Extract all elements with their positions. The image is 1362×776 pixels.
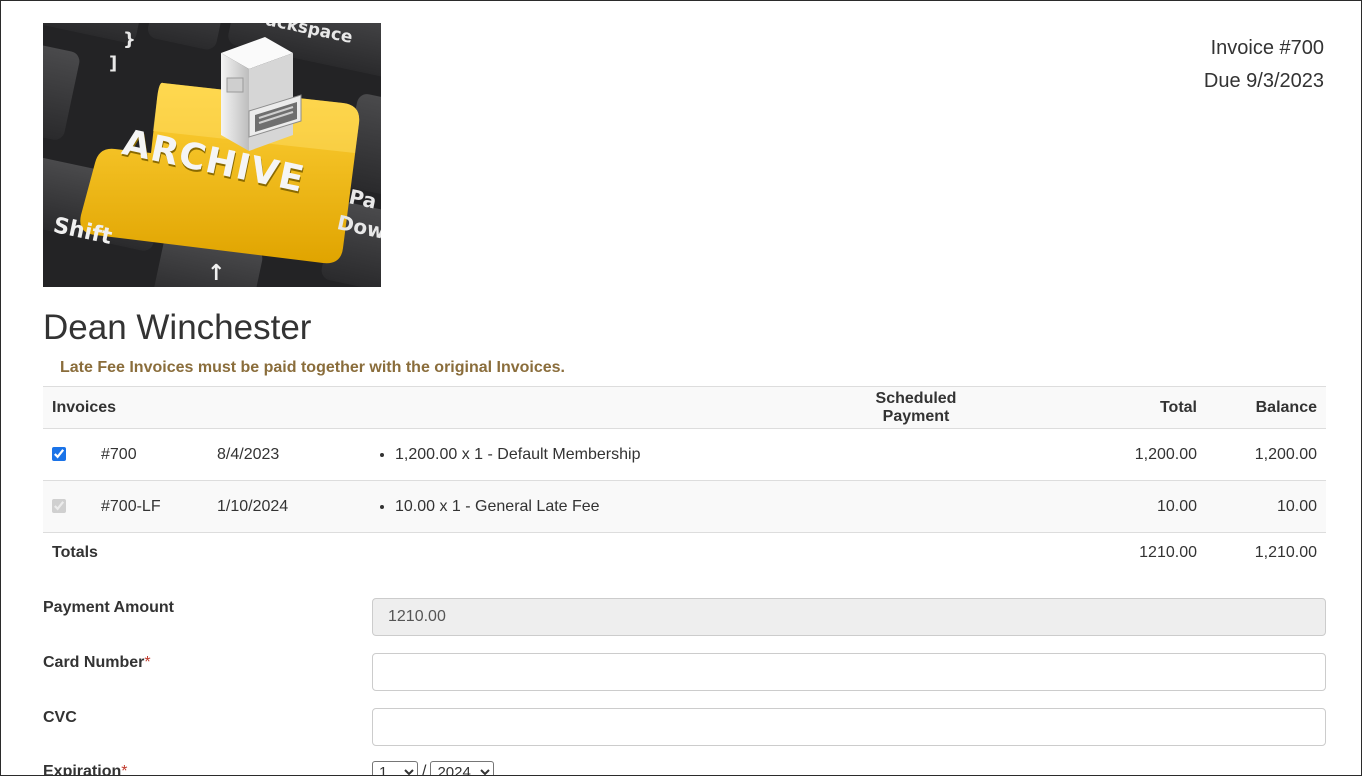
- scheduled-payment-cell: [833, 481, 999, 533]
- late-fee-notice: Late Fee Invoices must be paid together …: [60, 359, 565, 376]
- expiration-separator: /: [422, 763, 427, 776]
- row-select-cell: [43, 481, 92, 533]
- totals-spacer: [368, 533, 833, 573]
- expiration-month-select[interactable]: 1: [372, 761, 418, 775]
- col-header-scheduled-payment: Scheduled Payment: [875, 389, 957, 425]
- payment-amount-label-text: Payment Amount: [43, 599, 174, 616]
- invoice-date-cell: 8/4/2023: [217, 445, 280, 463]
- logo-key-bracket: }: [123, 29, 136, 50]
- totals-label: Totals: [52, 543, 98, 561]
- invoices-table: Invoices Scheduled Payment Total Balance…: [43, 386, 1326, 573]
- shift-arrow-icon: ↑: [207, 261, 226, 286]
- cvc-label: CVC: [43, 708, 77, 728]
- row-select-cell: [43, 429, 92, 481]
- invoice-date-cell: 1/10/2024: [217, 497, 289, 515]
- card-number-label-text: Card Number: [43, 654, 145, 671]
- logo-key-bracket-2: ]: [109, 53, 118, 74]
- invoice-items-cell: 1,200.00 x 1 - Default Membership: [368, 429, 833, 481]
- invoice-items-cell: 10.00 x 1 - General Late Fee: [368, 481, 833, 533]
- invoice-due-date: Due 9/3/2023: [1203, 70, 1324, 92]
- payment-amount-input[interactable]: [372, 598, 1326, 636]
- expiration-label: Expiration*: [43, 762, 128, 776]
- invoice-header: Invoice #700 Due 9/3/2023: [1204, 32, 1324, 98]
- table-row: #700-LF 1/10/2024 10.00 x 1 - General La…: [43, 480, 1326, 533]
- col-header-total: Total: [1159, 398, 1197, 416]
- totals-balance: 1,210.00: [1254, 543, 1317, 561]
- invoice-total-cell: 1,200.00: [1134, 445, 1197, 463]
- cvc-label-text: CVC: [43, 709, 77, 726]
- required-mark: *: [144, 654, 151, 671]
- invoice-checkbox-700[interactable]: [52, 447, 66, 462]
- invoice-balance-cell: 10.00: [1276, 497, 1317, 515]
- invoice-checkbox-700-lf: [52, 499, 66, 514]
- invoice-number-cell: #700: [101, 445, 137, 463]
- invoice-number-cell: #700-LF: [101, 497, 161, 515]
- invoice-balance-cell: 1,200.00: [1254, 445, 1317, 463]
- expiration-year-select[interactable]: 2024: [430, 761, 495, 775]
- expiration-label-text: Expiration: [43, 763, 122, 776]
- table-header-row: Invoices Scheduled Payment Total Balance: [43, 386, 1326, 429]
- col-header-balance: Balance: [1255, 398, 1317, 416]
- customer-name: Dean Winchester: [43, 308, 312, 347]
- payment-amount-label: Payment Amount: [43, 598, 174, 618]
- scheduled-payment-cell: [833, 429, 999, 481]
- totals-total: 1210.00: [1139, 543, 1197, 561]
- archive-logo-image: ARCHIVE Shift ackspace Pa Dow } ] ↑: [43, 23, 381, 287]
- cvc-input[interactable]: [372, 708, 1326, 746]
- card-number-input[interactable]: [372, 653, 1326, 691]
- page-frame: ARCHIVE Shift ackspace Pa Dow } ] ↑ Invo…: [0, 0, 1362, 776]
- required-mark: *: [121, 763, 128, 776]
- invoice-total-cell: 10.00: [1156, 497, 1197, 515]
- totals-spacer: [833, 533, 999, 573]
- list-item: 10.00 x 1 - General Late Fee: [395, 497, 824, 517]
- col-header-items: [368, 387, 833, 429]
- expiration-selects: 1 / 2024: [372, 761, 495, 776]
- col-header-invoices: Invoices: [52, 398, 117, 416]
- invoice-number: Invoice #700: [1210, 37, 1324, 59]
- totals-row: Totals 1210.00 1,210.00: [43, 533, 1326, 573]
- list-item: 1,200.00 x 1 - Default Membership: [395, 445, 824, 465]
- card-number-label: Card Number*: [43, 653, 151, 673]
- table-row: #700 8/4/2023 1,200.00 x 1 - Default Mem…: [43, 429, 1326, 481]
